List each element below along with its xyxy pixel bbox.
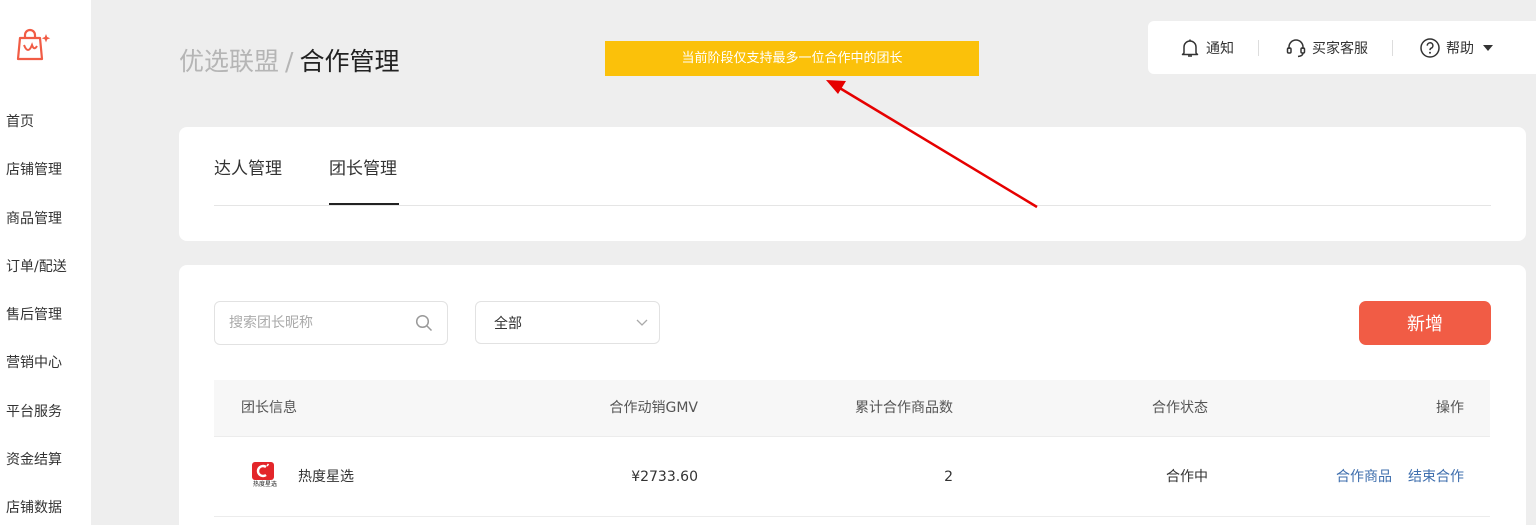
table-header: 团长信息 合作动销GMV 累计合作商品数 合作状态 操作 — [214, 380, 1490, 437]
add-button[interactable]: 新增 — [1359, 301, 1491, 345]
column-header-gmv: 合作动销GMV — [609, 400, 698, 416]
leader-table: 团长信息 合作动销GMV 累计合作商品数 合作状态 操作 热度星选 热度星选 ¥… — [214, 380, 1490, 517]
sidebar-item-marketing[interactable]: 营销中心 — [0, 351, 91, 399]
tabs-card: 达人管理 团长管理 — [179, 127, 1526, 241]
avatar-brand-text: 热度星选 — [252, 481, 277, 488]
notice-banner: 当前阶段仅支持最多一位合作中的团长 — [605, 41, 979, 76]
leader-product-count: 2 — [944, 469, 953, 485]
notify-label: 通知 — [1206, 40, 1234, 57]
buyer-service-button[interactable]: 买家客服 — [1285, 37, 1368, 59]
sidebar: 首页 店铺管理 商品管理 订单/配送 售后管理 营销中心 平台服务 资金结算 店… — [0, 0, 91, 525]
active-tab-indicator — [329, 203, 399, 205]
sidebar-item-home[interactable]: 首页 — [0, 110, 91, 158]
breadcrumb-separator: / — [285, 47, 294, 76]
headset-icon — [1286, 38, 1306, 57]
buyer-service-label: 买家客服 — [1312, 40, 1368, 57]
notify-button[interactable]: 通知 — [1179, 37, 1234, 59]
sidebar-item-after-sales[interactable]: 售后管理 — [0, 303, 91, 351]
tab-leader-management[interactable]: 团长管理 — [329, 154, 397, 179]
sidebar-nav: 首页 店铺管理 商品管理 订单/配送 售后管理 营销中心 平台服务 资金结算 店… — [0, 110, 91, 525]
sidebar-item-platform-services[interactable]: 平台服务 — [0, 400, 91, 448]
help-label: 帮助 — [1446, 40, 1474, 57]
help-menu-button[interactable]: 帮助 — [1419, 37, 1494, 59]
sidebar-item-orders[interactable]: 订单/配送 — [0, 255, 91, 303]
status-select[interactable]: 全部 — [475, 301, 660, 344]
status-select-value: 全部 — [494, 315, 522, 332]
search-input[interactable] — [229, 315, 419, 331]
table-row: 热度星选 热度星选 ¥2733.60 2 合作中 合作商品 结束合作 — [214, 437, 1490, 517]
caret-down-icon — [1483, 44, 1493, 51]
chevron-down-icon — [636, 319, 648, 326]
column-header-status: 合作状态 — [1152, 400, 1208, 416]
question-circle-icon — [1420, 37, 1440, 58]
breadcrumb-parent[interactable]: 优选联盟 — [179, 47, 279, 76]
toolbar-divider — [1258, 39, 1259, 56]
column-header-product-count: 累计合作商品数 — [855, 400, 953, 416]
column-header-actions: 操作 — [1436, 400, 1464, 416]
bell-icon — [1181, 39, 1199, 57]
page-title: 合作管理 — [299, 47, 400, 76]
row-actions: 合作商品 结束合作 — [1320, 437, 1464, 517]
search-icon[interactable] — [415, 314, 433, 332]
tab-bar: 达人管理 团长管理 — [214, 127, 1491, 206]
column-header-info: 团长信息 — [241, 400, 297, 416]
leader-name: 热度星选 — [298, 469, 354, 485]
view-products-link[interactable]: 合作商品 — [1336, 469, 1392, 485]
top-toolbar: 通知 买家客服 帮助 — [1148, 21, 1536, 74]
leader-gmv: ¥2733.60 — [631, 469, 698, 485]
sidebar-item-products[interactable]: 商品管理 — [0, 207, 91, 255]
tab-influencer-management[interactable]: 达人管理 — [214, 154, 282, 179]
leader-list-card: 全部 新增 团长信息 合作动销GMV 累计合作商品数 合作状态 操作 热度星选 … — [179, 265, 1526, 525]
breadcrumb: 优选联盟 / 合作管理 — [179, 44, 399, 80]
shopping-bag-logo-icon — [16, 28, 51, 61]
leader-status: 合作中 — [1166, 469, 1208, 485]
search-box — [214, 301, 448, 345]
sidebar-item-store[interactable]: 店铺管理 — [0, 158, 91, 206]
sidebar-item-settlement[interactable]: 资金结算 — [0, 448, 91, 496]
end-cooperation-link[interactable]: 结束合作 — [1408, 469, 1464, 485]
sidebar-item-store-data[interactable]: 店铺数据 — [0, 496, 91, 525]
toolbar-divider — [1392, 39, 1393, 56]
